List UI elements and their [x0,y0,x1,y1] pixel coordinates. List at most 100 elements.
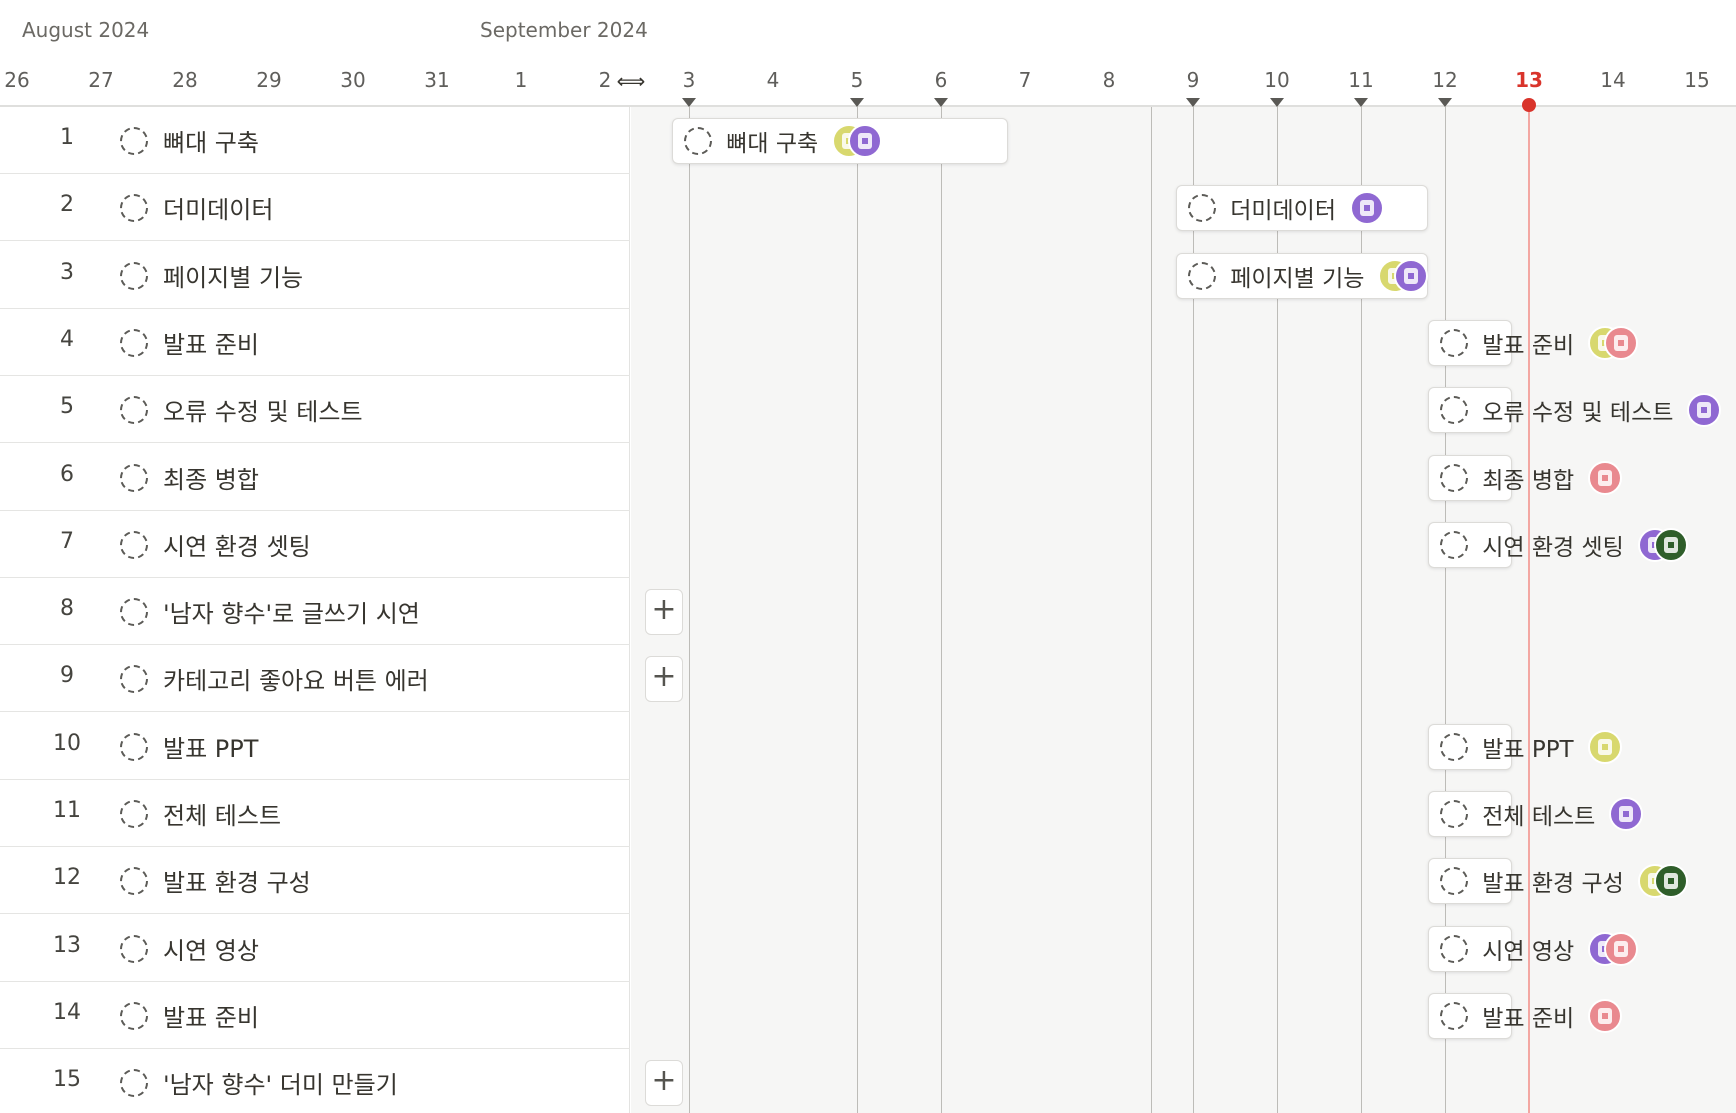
status-icon[interactable] [120,867,148,896]
task-title[interactable]: 카테고리 좋아요 버튼 에러 [163,661,429,696]
task-bar-content[interactable]: 오류 수정 및 테스트 [1440,387,1722,433]
avatar-icon[interactable] [1604,931,1639,966]
assignee-avatars[interactable] [1637,527,1688,562]
table-row[interactable]: 1 뼈대 구축 [0,107,630,174]
task-bar-content[interactable]: 페이지별 기능 [1188,253,1429,299]
assignee-avatars[interactable] [1687,393,1722,428]
row-number: 10 [53,730,81,756]
status-icon[interactable] [120,934,148,963]
task-title[interactable]: 뼈대 구축 [163,123,259,158]
assignee-avatars[interactable] [1587,729,1622,764]
task-title[interactable]: 오류 수정 및 테스트 [163,392,363,427]
task-title[interactable]: 전체 테스트 [163,796,281,831]
status-icon[interactable] [684,127,713,155]
status-icon[interactable] [1440,396,1469,425]
status-icon[interactable] [1440,1001,1469,1030]
status-icon[interactable] [1440,463,1469,492]
task-bar-title: 발표 환경 구성 [1482,871,1624,898]
table-row[interactable]: 15 '남자 향수' 더미 만들기 [0,1049,630,1113]
status-icon[interactable] [120,1001,148,1030]
task-bar-content[interactable]: 발표 준비 [1440,993,1623,1039]
table-row[interactable]: 13 시연 영상 [0,915,630,982]
table-row[interactable]: 14 발표 준비 [0,982,630,1049]
task-bar-title: 발표 준비 [1482,332,1575,359]
table-row[interactable]: 8 '남자 향수'로 글쓰기 시연 [0,578,630,646]
status-icon[interactable] [120,1069,148,1098]
avatar-icon[interactable] [1350,191,1384,226]
avatar-icon[interactable] [1587,729,1622,764]
assignee-avatars[interactable] [1588,325,1639,360]
assignee-avatars[interactable] [1588,998,1623,1033]
task-bar-content[interactable]: 발표 PPT [1440,724,1622,770]
assignee-avatars[interactable] [1637,864,1688,899]
task-title[interactable]: '남자 향수' 더미 만들기 [163,1065,398,1100]
task-bar-content[interactable]: 더미데이터 [1188,185,1384,231]
task-bar-content[interactable]: 발표 준비 [1440,320,1639,366]
task-bar-content[interactable]: 최종 병합 [1440,455,1623,501]
add-date-button[interactable]: + [645,1060,683,1107]
status-icon[interactable] [120,328,148,357]
status-icon[interactable] [120,665,148,694]
table-row[interactable]: 2 더미데이터 [0,174,630,242]
task-title[interactable]: 페이지별 기능 [163,258,303,293]
table-row[interactable]: 4 발표 준비 [0,309,630,376]
status-icon[interactable] [1188,261,1217,290]
assignee-avatars[interactable] [1588,460,1623,495]
table-row[interactable]: 6 최종 병합 [0,444,630,511]
task-title[interactable]: 발표 준비 [163,325,259,360]
avatar-icon[interactable] [1653,864,1688,899]
status-icon[interactable] [1440,800,1469,828]
status-icon[interactable] [1440,328,1469,357]
table-row[interactable]: 10 발표 PPT [0,713,630,780]
status-icon[interactable] [120,732,148,761]
table-row[interactable]: 11 전체 테스트 [0,780,630,847]
table-row[interactable]: 9 카테고리 좋아요 버튼 에러 [0,645,630,713]
status-icon[interactable] [120,127,148,155]
status-icon[interactable] [120,598,148,627]
task-bar-content[interactable]: 발표 환경 구성 [1440,858,1688,904]
status-icon[interactable] [1440,934,1469,963]
status-icon[interactable] [1440,867,1469,896]
status-icon[interactable] [120,261,148,290]
status-icon[interactable] [120,463,148,492]
avatar-icon[interactable] [1653,527,1688,562]
table-row[interactable]: 12 발표 환경 구성 [0,847,630,915]
task-title[interactable]: 시연 환경 셋팅 [163,527,311,562]
avatar-icon[interactable] [1588,460,1623,495]
avatar-icon[interactable] [1609,797,1644,831]
table-row[interactable]: 3 페이지별 기능 [0,242,630,309]
task-title[interactable]: 발표 PPT [163,729,258,764]
status-icon[interactable] [120,396,148,425]
avatar-icon[interactable] [1394,258,1429,293]
table-row[interactable]: 5 오류 수정 및 테스트 [0,376,630,444]
task-title[interactable]: '남자 향수'로 글쓰기 시연 [163,594,420,629]
status-icon[interactable] [120,800,148,828]
add-date-button[interactable]: + [645,656,683,703]
column-resize-icon[interactable]: ⟺ [615,69,647,93]
add-date-button[interactable]: + [645,589,683,636]
task-bar-content[interactable]: 시연 환경 셋팅 [1440,522,1688,568]
avatar-icon[interactable] [1604,325,1639,360]
task-bar-content[interactable]: 전체 테스트 [1440,791,1644,837]
task-bar-content[interactable]: 시연 영상 [1440,926,1639,972]
table-row[interactable]: 7 시연 환경 셋팅 [0,511,630,578]
assignee-avatars[interactable] [1350,191,1384,226]
task-title[interactable]: 시연 영상 [163,931,259,966]
assignee-avatars[interactable] [1609,797,1644,831]
task-title[interactable]: 최종 병합 [163,460,259,495]
status-icon[interactable] [1440,732,1469,761]
status-icon[interactable] [120,194,148,223]
task-title[interactable]: 발표 준비 [163,998,259,1033]
avatar-icon[interactable] [1588,998,1623,1033]
assignee-avatars[interactable] [832,124,883,158]
avatar-icon[interactable] [1687,393,1722,428]
task-title[interactable]: 발표 환경 구성 [163,863,311,898]
task-title[interactable]: 더미데이터 [163,190,273,225]
status-icon[interactable] [1440,530,1469,559]
task-bar-content[interactable]: 뼈대 구축 [684,118,883,164]
status-icon[interactable] [1188,194,1217,223]
assignee-avatars[interactable] [1378,258,1429,293]
assignee-avatars[interactable] [1588,931,1639,966]
status-icon[interactable] [120,530,148,559]
avatar-icon[interactable] [848,124,883,158]
